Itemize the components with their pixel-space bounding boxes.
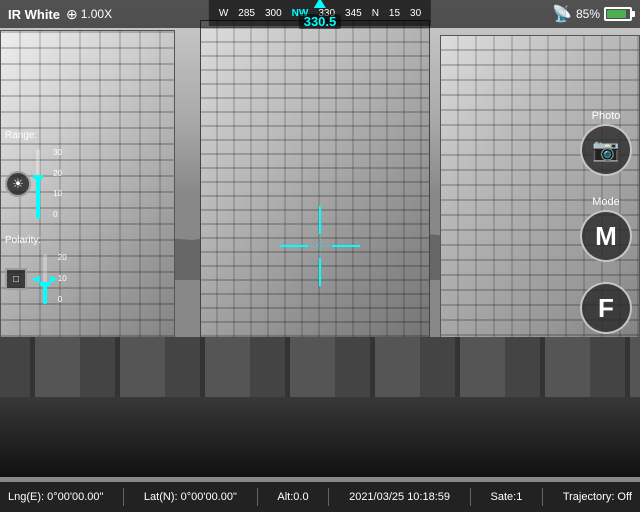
- battery-fill: [607, 10, 626, 18]
- hud-left: IR White ⊕ 1.00X: [8, 6, 112, 23]
- focus-control-group: F: [580, 282, 632, 334]
- divider-4: [470, 488, 471, 506]
- sate-value: Sate:1: [491, 491, 523, 503]
- sate-item: Sate:1: [491, 491, 523, 503]
- range-track-container: 30 20 10 0: [36, 149, 40, 219]
- signal-icon: 📡: [552, 4, 572, 24]
- divider-1: [123, 488, 124, 506]
- alt-value: Alt:0.0: [277, 491, 308, 503]
- compass-mark-30: 30: [405, 8, 426, 19]
- zoom-indicator: ⊕ 1.00X: [66, 6, 112, 23]
- tick-30: 30: [53, 149, 62, 157]
- ir-mode-label: IR White: [8, 7, 60, 22]
- range-track: [36, 149, 40, 219]
- range-ticks: 30 20 10 0: [53, 149, 62, 219]
- trajectory-value: Trajectory: Off: [563, 491, 632, 503]
- mode-f-button[interactable]: F: [580, 282, 632, 334]
- top-hud: IR White ⊕ 1.00X W 285 300 NW 330 345 N …: [0, 0, 640, 28]
- arrow-right-icon[interactable]: ▶: [50, 274, 58, 285]
- lng-item: Lng(E): 0°00'00.00": [8, 491, 103, 503]
- crosshair-dot-v: [320, 226, 321, 266]
- lat-value: Lat(N): 0°00'00.00": [144, 491, 237, 503]
- datetime-value: 2021/03/25 10:18:59: [349, 491, 450, 503]
- lng-value: Lng(E): 0°00'00.00": [8, 491, 103, 503]
- polarity-label: Polarity:: [5, 235, 57, 246]
- range-icon[interactable]: ☀: [5, 171, 31, 197]
- mode-control-group: Mode M: [580, 196, 632, 262]
- range-label: Range:: [5, 130, 57, 141]
- compass-mark-300: 300: [260, 8, 287, 19]
- tick-10: 10: [53, 190, 62, 198]
- photo-control-group: Photo 📷: [580, 110, 632, 176]
- alt-item: Alt:0.0: [277, 491, 308, 503]
- polarity-controls: ◀ 20 10 0 ▶: [32, 254, 57, 304]
- divider-5: [542, 488, 543, 506]
- lat-item: Lat(N): 0°00'00.00": [144, 491, 237, 503]
- zoom-value: 1.00X: [81, 7, 112, 21]
- polarity-thumb[interactable]: [40, 282, 50, 286]
- mode-label: Mode: [592, 196, 620, 208]
- tick-0: 0: [53, 211, 62, 219]
- mode-f-icon: F: [598, 293, 614, 324]
- range-fill: [36, 177, 40, 219]
- ptick-10: 10: [58, 275, 67, 283]
- mode-m-button[interactable]: M: [580, 210, 632, 262]
- photo-button[interactable]: 📷: [580, 124, 632, 176]
- polarity-track-container: 20 10 0: [43, 254, 47, 304]
- polarity-track: [43, 254, 47, 304]
- ptick-20: 20: [58, 254, 67, 262]
- foreground: [0, 337, 640, 477]
- bottom-bar: Lng(E): 0°00'00.00" Lat(N): 0°00'00.00" …: [0, 482, 640, 512]
- trajectory-item: Trajectory: Off: [563, 491, 632, 503]
- left-panel: Range: ☀ 30 20 10 0 Polarity: □ ◀: [5, 130, 57, 304]
- range-thumb[interactable]: [33, 175, 43, 179]
- photo-label: Photo: [592, 110, 621, 122]
- zoom-icon: ⊕: [66, 6, 78, 23]
- ptick-0: 0: [58, 296, 67, 304]
- battery-icon: [604, 7, 632, 21]
- compass-mark-w: W: [214, 8, 233, 19]
- right-controls: Photo 📷 Mode M F: [580, 110, 632, 334]
- camera-icon: 📷: [592, 137, 619, 163]
- datetime-item: 2021/03/25 10:18:59: [349, 491, 450, 503]
- heading-container: W 285 300 NW 330 345 N 15 30 330.5: [209, 0, 431, 26]
- polarity-ticks: 20 10 0: [58, 254, 67, 304]
- range-slider-row: ☀ 30 20 10 0: [5, 149, 57, 219]
- compass-mark-15: 15: [384, 8, 405, 19]
- divider-2: [257, 488, 258, 506]
- compass-triangle-icon: [314, 0, 326, 8]
- compass-mark-345: 345: [340, 8, 367, 19]
- battery-area: 📡 85%: [552, 4, 632, 24]
- heading-value: 330.5: [299, 14, 342, 29]
- compass-mark-285: 285: [233, 8, 260, 19]
- mode-m-icon: M: [595, 221, 617, 252]
- battery-pct-label: 85%: [576, 7, 600, 21]
- arrow-left-icon[interactable]: ◀: [32, 274, 40, 285]
- compass-mark-n: N: [367, 8, 384, 19]
- polarity-slider-row: □ ◀ 20 10 0 ▶: [5, 254, 57, 304]
- divider-3: [328, 488, 329, 506]
- tick-20: 20: [53, 170, 62, 178]
- polarity-icon[interactable]: □: [5, 268, 27, 290]
- polarity-fill: [43, 284, 47, 304]
